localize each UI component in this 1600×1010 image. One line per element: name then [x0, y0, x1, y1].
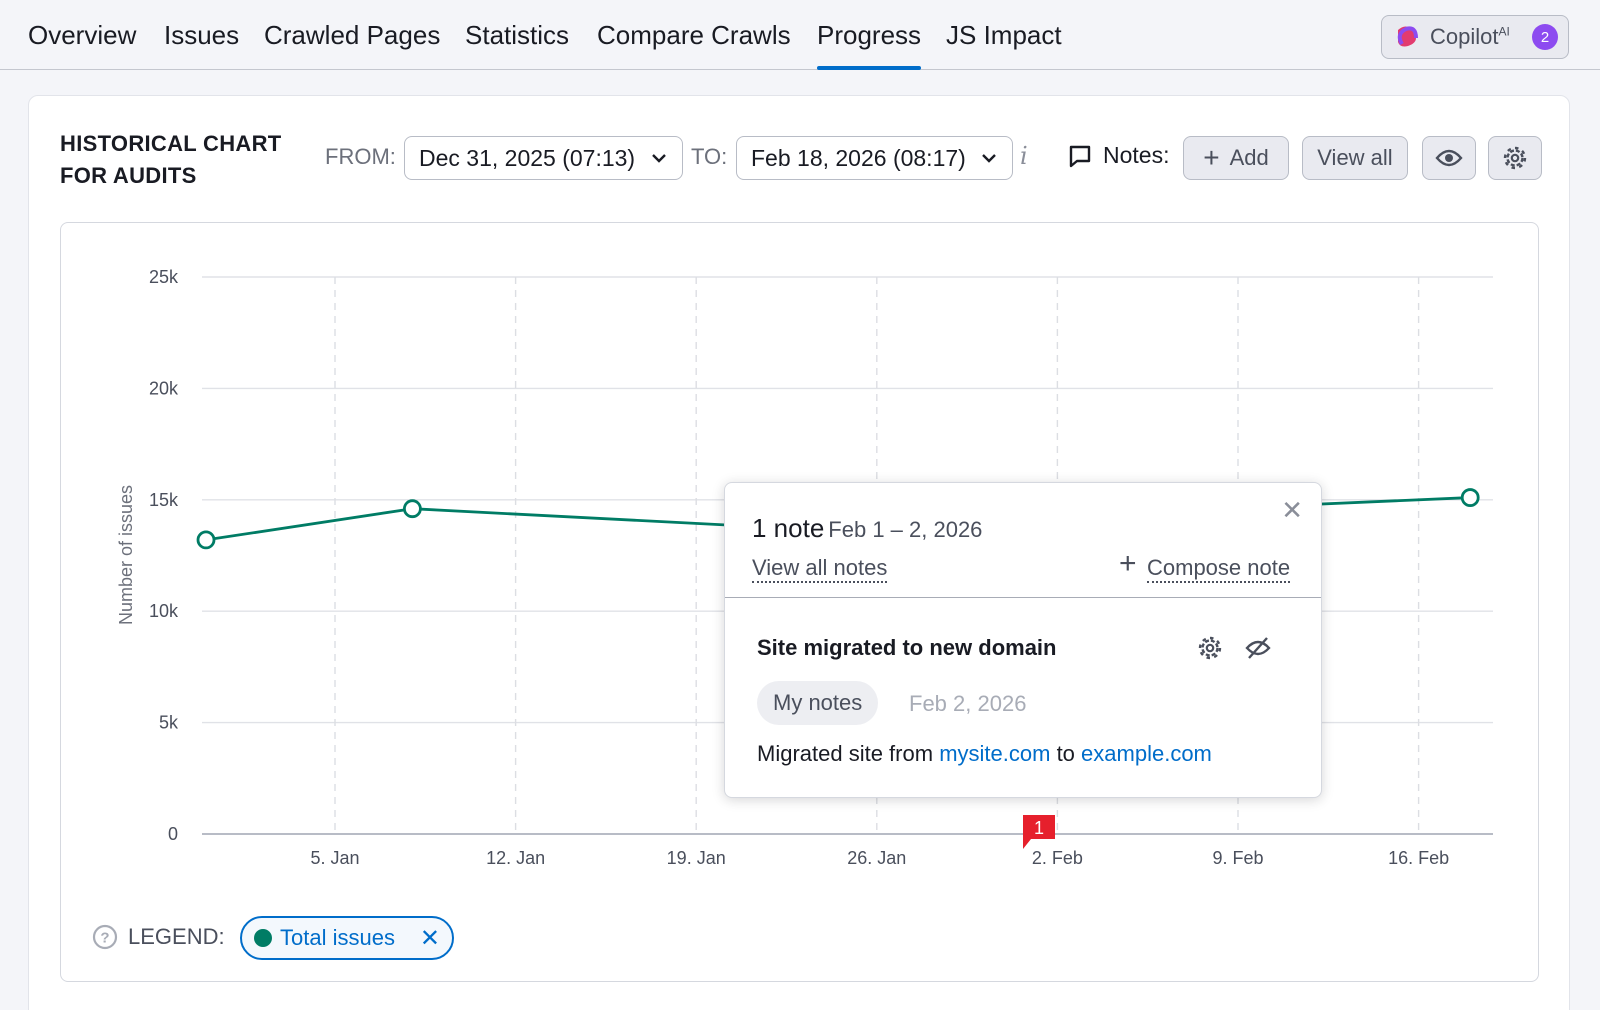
note-flag[interactable]: 1	[1022, 815, 1055, 849]
notes-popup: ✕ 1 note Feb 1 – 2, 2026 View all notes +…	[724, 482, 1322, 798]
y-tick-label: 25k	[149, 267, 179, 287]
close-icon[interactable]: ✕	[1281, 495, 1303, 526]
legend-chip-total-issues[interactable]: Total issues ✕	[240, 916, 454, 960]
eye-off-icon[interactable]	[1245, 635, 1271, 661]
target-domain-link[interactable]: example.com	[1081, 741, 1212, 766]
view-all-notes-link[interactable]: View all notes	[752, 555, 888, 583]
y-tick-label: 20k	[149, 378, 179, 398]
popup-header: 1 note Feb 1 – 2, 2026	[752, 513, 982, 544]
y-tick-label: 15k	[149, 490, 179, 510]
compose-note-link[interactable]: Compose note	[1147, 555, 1291, 583]
note-date: Feb 2, 2026	[909, 691, 1027, 716]
data-point[interactable]	[1460, 488, 1480, 507]
y-tick-label: 5k	[159, 713, 179, 733]
note-title: Site migrated to new domain	[757, 635, 1057, 660]
plus-icon: +	[1119, 547, 1137, 580]
data-point[interactable]	[402, 499, 422, 519]
x-tick-label: 16. Feb	[1388, 848, 1449, 868]
x-tick-label: 5. Jan	[310, 848, 359, 868]
y-tick-label: 10k	[149, 601, 179, 621]
note-range: Feb 1 – 2, 2026	[828, 517, 983, 542]
x-tick-label: 26. Jan	[847, 848, 906, 868]
legend-chip-label: Total issues	[280, 925, 395, 950]
svg-text:?: ?	[100, 930, 109, 947]
x-tick-label: 12. Jan	[486, 848, 545, 868]
x-tick-label: 9. Feb	[1212, 848, 1263, 868]
note-flag-count: 1	[1034, 818, 1044, 838]
help-circle-icon[interactable]: ?	[92, 924, 118, 950]
series-color-dot	[254, 929, 272, 947]
gear-icon[interactable]	[1197, 635, 1223, 661]
y-tick-label: 0	[168, 824, 178, 844]
popup-divider	[725, 597, 1321, 598]
legend-label: ? LEGEND:	[92, 924, 225, 950]
note-count: 1 note	[752, 513, 825, 543]
remove-series-icon[interactable]: ✕	[420, 924, 440, 953]
source-domain-link[interactable]: mysite.com	[939, 741, 1050, 766]
x-tick-label: 2. Feb	[1032, 848, 1083, 868]
note-tag: My notes	[757, 681, 879, 725]
note-body: Migrated site from mysite.com to example…	[757, 741, 1212, 766]
x-tick-label: 19. Jan	[667, 848, 726, 868]
y-axis-label: Number of issues	[116, 485, 136, 625]
data-point[interactable]	[196, 530, 216, 550]
